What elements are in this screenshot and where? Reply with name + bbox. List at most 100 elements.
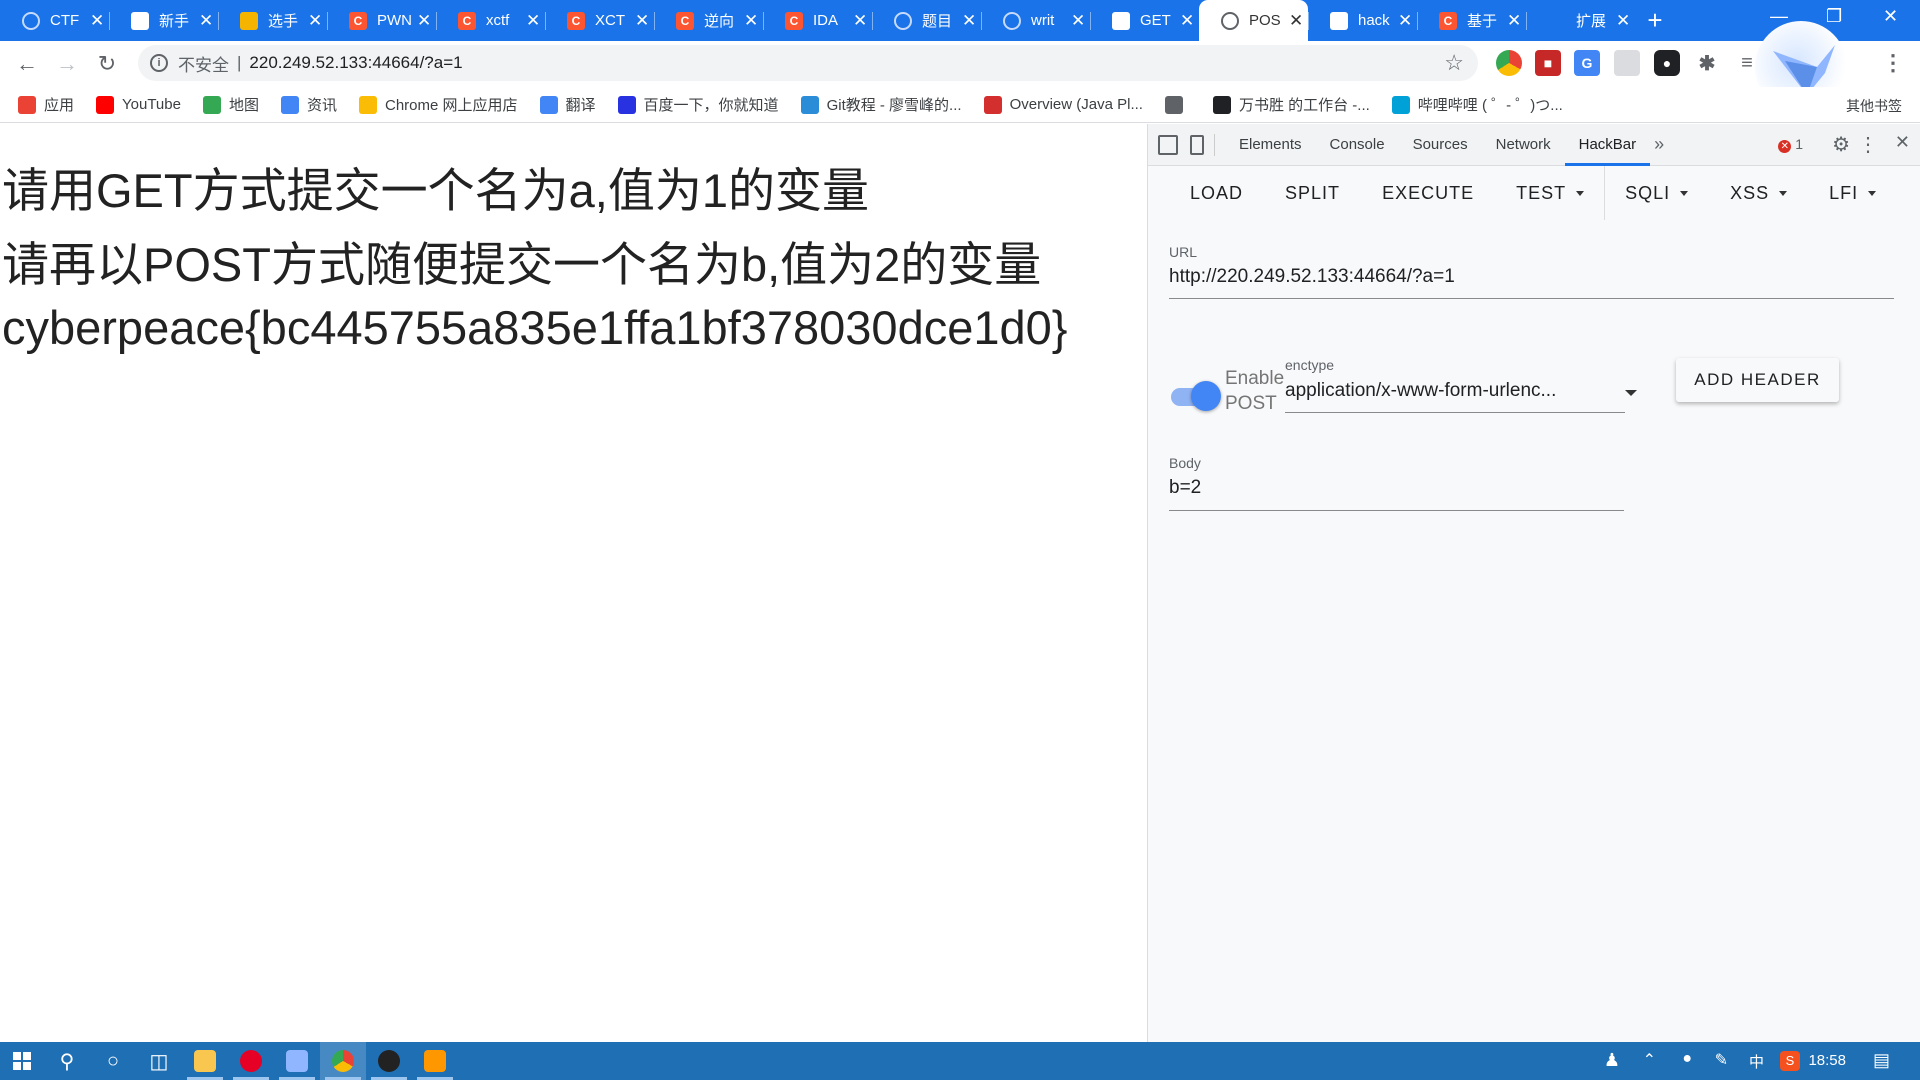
bookmark-item[interactable]: Overview (Java Pl... (983, 95, 1143, 114)
error-badge[interactable]: ✕ 1 (1778, 136, 1803, 153)
tab-network[interactable]: Network (1482, 124, 1565, 166)
info-icon[interactable]: i (150, 54, 168, 72)
pen-icon[interactable]: ✎ (1715, 1050, 1728, 1070)
xss-dropdown[interactable]: XSS (1730, 183, 1788, 204)
close-icon[interactable]: ✕ (1398, 12, 1412, 29)
close-icon[interactable]: ✕ (1289, 12, 1303, 29)
enctype-dropdown-icon[interactable] (1625, 390, 1637, 396)
tampermonkey-ext-icon[interactable]: ● (1654, 50, 1680, 76)
bookmark-item[interactable]: 资讯 (280, 94, 337, 115)
browser-tab[interactable]: Cxctf ✕ (436, 0, 545, 41)
task-view-icon[interactable]: ◫ (136, 1042, 182, 1080)
close-icon[interactable]: ✕ (199, 12, 213, 29)
sogou-icon[interactable]: S (1780, 1051, 1800, 1071)
bookmark-item[interactable]: 万书胜 的工作台 -... (1212, 94, 1370, 115)
execute-button[interactable]: EXECUTE (1382, 183, 1474, 204)
browser-tab[interactable]: 新手 ✕ (109, 0, 218, 41)
bookmark-item[interactable]: Git教程 - 廖雪峰的... (800, 94, 962, 115)
body-field[interactable]: b=2 (1169, 477, 1624, 499)
ida-icon[interactable] (366, 1042, 412, 1080)
close-icon[interactable]: ✕ (1507, 12, 1521, 29)
menu-kebab-icon[interactable]: ⋮ (1880, 50, 1906, 76)
lfi-dropdown[interactable]: LFI (1829, 183, 1877, 204)
bookmark-item[interactable]: 翻译 (539, 94, 596, 115)
browser-tab[interactable]: C PWN ✕ (327, 0, 436, 41)
file-explorer-icon[interactable] (182, 1042, 228, 1080)
bookmark-item[interactable] (1164, 95, 1191, 114)
reload-icon[interactable]: ↻ (87, 51, 127, 77)
bookmark-star-icon[interactable]: ☆ (1444, 50, 1464, 76)
browser-tab[interactable]: C 逆向 ✕ (654, 0, 763, 41)
url-field[interactable]: http://220.249.52.133:44664/?a=1 (1169, 266, 1889, 288)
more-tabs-icon[interactable]: » (1654, 134, 1664, 155)
extensions-puzzle-icon[interactable]: ✱ (1694, 50, 1720, 76)
netease-music-icon[interactable] (228, 1042, 274, 1080)
bookmark-item[interactable]: 哔哩哔哩 ( ゜- ゜)つ... (1391, 94, 1563, 115)
back-icon[interactable]: ← (7, 51, 47, 77)
close-icon[interactable]: ✕ (417, 12, 431, 29)
shield-ext-icon[interactable]: ■ (1535, 50, 1561, 76)
test-dropdown[interactable]: TEST (1516, 183, 1585, 204)
cortana-icon[interactable]: ○ (90, 1042, 136, 1080)
chrome-ext-icon[interactable] (1496, 50, 1522, 76)
browser-tab[interactable]: GET ✕ (1090, 0, 1199, 41)
address-url[interactable]: 220.249.52.133:44664/?a=1 (249, 53, 462, 73)
bird-app-icon[interactable] (274, 1042, 320, 1080)
tab-elements[interactable]: Elements (1225, 124, 1316, 166)
qq-icon[interactable]: ● (1682, 1050, 1692, 1068)
close-window-icon[interactable]: ✕ (1883, 6, 1898, 27)
search-icon[interactable]: ⚲ (44, 1042, 90, 1080)
browser-tab[interactable]: 题目 ✕ (872, 0, 981, 41)
chevron-up-icon[interactable]: ⌃ (1643, 1050, 1656, 1070)
devtools-menu-icon[interactable]: ⋮ (1858, 132, 1878, 157)
people-icon[interactable]: ♟ (1604, 1050, 1620, 1071)
tab-hackbar[interactable]: HackBar (1564, 124, 1651, 166)
close-icon[interactable]: ✕ (635, 12, 649, 29)
tab-sources[interactable]: Sources (1399, 124, 1482, 166)
inspect-element-icon[interactable] (1158, 134, 1178, 155)
close-icon[interactable]: ✕ (1616, 12, 1630, 29)
chrome-icon[interactable] (320, 1042, 366, 1080)
browser-tab[interactable]: C XCT ✕ (545, 0, 654, 41)
ime-indicator[interactable]: 中 (1749, 1051, 1764, 1072)
close-icon[interactable]: ✕ (853, 12, 867, 29)
sublime-icon[interactable] (412, 1042, 458, 1080)
windows-start-icon[interactable] (0, 1042, 44, 1080)
browser-tab[interactable]: POS ✕ (1199, 0, 1308, 41)
browser-tab[interactable]: CTF ✕ (0, 0, 109, 41)
bookmark-item[interactable]: Chrome 网上应用店 (359, 94, 518, 115)
enctype-select[interactable]: application/x-www-form-urlenc... (1285, 380, 1600, 402)
sqli-dropdown[interactable]: SQLI (1625, 183, 1689, 204)
bookmark-item[interactable]: 地图 (202, 94, 259, 115)
split-button[interactable]: SPLIT (1285, 183, 1340, 204)
browser-tab[interactable]: C IDA ✕ (763, 0, 872, 41)
bookmark-item[interactable]: 应用 (18, 94, 74, 115)
browser-tab[interactable]: C 基于 ✕ (1417, 0, 1526, 41)
close-icon[interactable]: ✕ (744, 12, 758, 29)
translate-ext-icon[interactable]: G (1574, 50, 1600, 76)
close-icon[interactable]: ✕ (962, 12, 976, 29)
close-icon[interactable]: ✕ (308, 12, 322, 29)
browser-tab[interactable]: 扩展 ✕ (1526, 0, 1635, 41)
load-button[interactable]: LOAD (1190, 183, 1243, 204)
bookmark-item[interactable]: YouTube (96, 95, 181, 114)
other-bookmarks[interactable]: 其他书签 (1846, 96, 1902, 116)
browser-tab[interactable]: writ ✕ (981, 0, 1090, 41)
browser-tab[interactable]: hack ✕ (1308, 0, 1417, 41)
add-header-button[interactable]: ADD HEADER (1676, 358, 1839, 402)
forward-icon[interactable]: → (47, 51, 87, 77)
devtools-close-icon[interactable]: ✕ (1895, 132, 1910, 153)
settings-gear-icon[interactable]: ⚙ (1832, 132, 1850, 157)
browser-tab[interactable]: 选手 ✕ (218, 0, 327, 41)
notification-icon[interactable]: ▤ (1873, 1050, 1890, 1071)
close-icon[interactable]: ✕ (90, 12, 104, 29)
toggle-knob[interactable] (1191, 381, 1221, 411)
page-ext-icon[interactable] (1614, 50, 1640, 76)
new-tab-icon[interactable]: + (1635, 0, 1675, 41)
close-icon[interactable]: ✕ (526, 12, 540, 29)
taskbar-clock[interactable]: 18:58 (1808, 1052, 1846, 1069)
tab-console[interactable]: Console (1316, 124, 1399, 166)
address-bar[interactable]: i 不安全 | 220.249.52.133:44664/?a=1 ☆ (138, 45, 1478, 81)
close-icon[interactable]: ✕ (1180, 12, 1194, 29)
bookmark-item[interactable]: 百度一下，你就知道 (617, 94, 779, 115)
